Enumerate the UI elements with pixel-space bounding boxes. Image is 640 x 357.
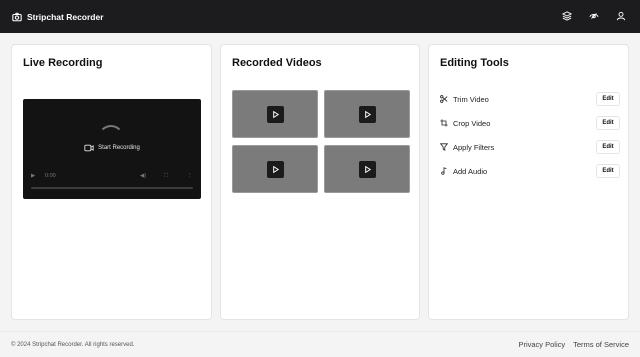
video-thumbnail[interactable] <box>324 145 410 193</box>
play-icon <box>365 165 372 174</box>
time-display: 0:00 <box>45 173 56 179</box>
video-camera-icon <box>84 144 94 152</box>
edit-apply-filters-button[interactable]: Edit <box>596 140 620 154</box>
privacy-policy-link[interactable]: Privacy Policy <box>518 340 565 349</box>
seek-bar[interactable] <box>31 187 193 189</box>
brand[interactable]: Stripchat Recorder <box>12 12 104 22</box>
tool-row-crop-video: Crop Video Edit <box>440 114 620 132</box>
music-note-icon <box>441 167 447 175</box>
copyright-text: © 2024 Stripchat Recorder. All rights re… <box>11 342 135 348</box>
filter-icon <box>440 143 448 151</box>
view-toggle-icon[interactable] <box>589 11 599 21</box>
editing-tools-title: Editing Tools <box>440 57 509 69</box>
video-thumbnail[interactable] <box>324 90 410 138</box>
camera-icon <box>12 12 22 21</box>
editing-tools-panel: Editing Tools Trim Video Edit Crop Video… <box>428 44 629 320</box>
edit-add-audio-button[interactable]: Edit <box>596 164 620 178</box>
layers-icon[interactable] <box>562 11 572 21</box>
tool-row-add-audio: Add Audio Edit <box>440 162 620 180</box>
user-icon[interactable] <box>616 11 626 21</box>
edit-trim-video-button[interactable]: Edit <box>596 92 620 106</box>
scissors-icon <box>440 95 448 103</box>
play-button[interactable] <box>267 161 284 178</box>
tool-label: Apply Filters <box>453 142 495 152</box>
footer: © 2024 Stripchat Recorder. All rights re… <box>0 331 640 357</box>
play-control-icon[interactable]: ▶ <box>31 170 35 182</box>
top-bar: Stripchat Recorder <box>0 0 640 33</box>
recorded-videos-title: Recorded Videos <box>232 57 322 69</box>
app-title: Stripchat Recorder <box>27 11 104 22</box>
play-button[interactable] <box>359 106 376 123</box>
play-button[interactable] <box>267 106 284 123</box>
start-recording-label: Start Recording <box>98 145 140 151</box>
play-button[interactable] <box>359 161 376 178</box>
more-options-icon[interactable]: ⋮ <box>187 170 193 182</box>
start-recording-button[interactable]: Start Recording <box>23 144 201 152</box>
video-player[interactable]: Start Recording ▶ 0:00 ◀) ⛶ ⋮ <box>23 99 201 199</box>
fullscreen-icon[interactable]: ⛶ <box>164 170 168 182</box>
video-thumbnail[interactable] <box>232 145 318 193</box>
tool-label: Trim Video <box>453 94 489 104</box>
live-recording-title: Live Recording <box>23 57 103 69</box>
tool-label: Add Audio <box>453 166 488 176</box>
volume-icon[interactable]: ◀) <box>140 170 146 182</box>
edit-crop-video-button[interactable]: Edit <box>596 116 620 130</box>
tool-row-trim-video: Trim Video Edit <box>440 90 620 108</box>
crop-icon <box>440 119 448 127</box>
tool-label: Crop Video <box>453 118 491 128</box>
tool-row-apply-filters: Apply Filters Edit <box>440 138 620 156</box>
player-controls: ▶ 0:00 ◀) ⛶ ⋮ <box>23 170 201 182</box>
play-icon <box>273 110 280 119</box>
play-icon <box>365 110 372 119</box>
play-icon <box>273 165 280 174</box>
terms-of-service-link[interactable]: Terms of Service <box>573 340 629 349</box>
recorded-videos-panel: Recorded Videos <box>220 44 420 320</box>
video-thumbnail[interactable] <box>232 90 318 138</box>
live-recording-panel: Live Recording Start Recording ▶ 0:00 ◀)… <box>11 44 212 320</box>
